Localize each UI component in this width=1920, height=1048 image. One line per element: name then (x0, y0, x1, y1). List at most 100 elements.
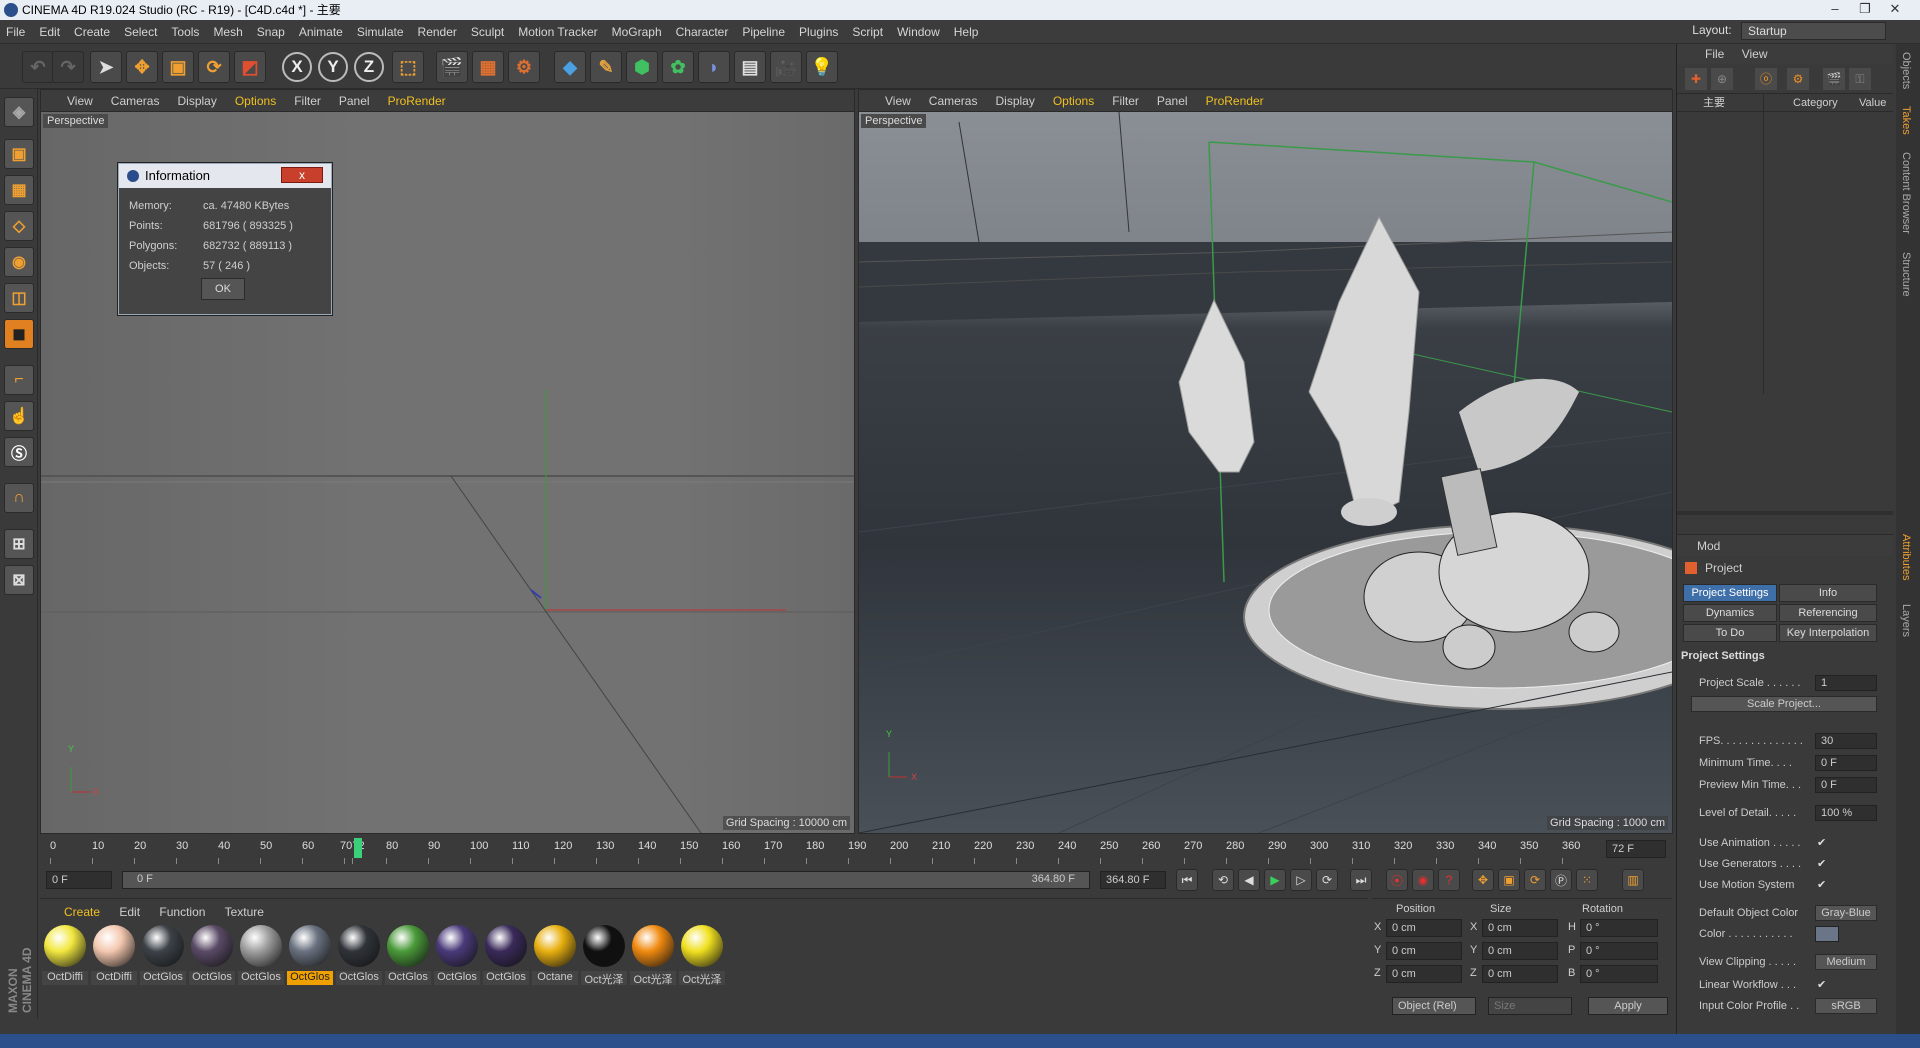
move-icon[interactable]: ✥ (126, 51, 158, 83)
vp2-menu-filter[interactable]: Filter (1112, 94, 1139, 108)
vp-menu-cameras[interactable]: Cameras (111, 94, 160, 108)
ok-button[interactable]: OK (201, 278, 245, 300)
mat-menu-texture[interactable]: Texture (225, 905, 264, 919)
tab-info[interactable]: Info (1779, 584, 1877, 602)
viewport-right[interactable]: View Cameras Display Options Filter Pane… (858, 89, 1673, 834)
dialog-close-button[interactable]: x (281, 167, 323, 183)
autokey-icon[interactable]: ◉ (1412, 869, 1434, 891)
attribute-value[interactable]: 0 F (1815, 777, 1877, 793)
texture-mode-icon[interactable]: ▦ (4, 175, 34, 205)
vp-menu-panel[interactable]: Panel (339, 94, 370, 108)
close-icon[interactable]: ✕ (1880, 0, 1910, 20)
material-item[interactable]: OctGlos (483, 925, 529, 985)
coord-pos-field[interactable]: 0 cm (1386, 965, 1462, 983)
menu-plugins[interactable]: Plugins (799, 25, 838, 39)
tab-referencing[interactable]: Referencing (1779, 604, 1877, 622)
floor-icon[interactable]: ▤ (734, 51, 766, 83)
attribute-value[interactable]: 0 F (1815, 755, 1877, 771)
take-render-icon[interactable]: 🎬 (1823, 68, 1845, 90)
end-frame-field[interactable]: 364.80 F (1100, 871, 1166, 889)
y-axis-lock-button[interactable]: Y (318, 52, 348, 82)
make-editable-icon[interactable]: ◈ (4, 97, 34, 127)
next-frame-icon[interactable]: ▷ (1290, 869, 1312, 891)
go-to-end-icon[interactable]: ⏭ (1350, 869, 1372, 891)
record-keys-icon[interactable]: ⦿ (1386, 869, 1408, 891)
timeline-window-icon[interactable]: ▥ (1622, 869, 1644, 891)
points-mode-icon[interactable]: ◉ (4, 247, 34, 277)
side-tab-layers[interactable]: Layers (1900, 604, 1912, 637)
coord-rot-field[interactable]: 0 ° (1580, 919, 1658, 937)
next-key-icon[interactable]: ⟳ (1316, 869, 1338, 891)
take-add-icon[interactable]: ✚ (1685, 68, 1707, 90)
apply-button[interactable]: Apply (1588, 997, 1668, 1015)
vp2-menu-options[interactable]: Options (1053, 94, 1094, 108)
layout-dropdown[interactable]: Startup (1741, 22, 1886, 40)
vp2-menu-cameras[interactable]: Cameras (929, 94, 978, 108)
z-axis-lock-button[interactable]: Z (354, 52, 384, 82)
vp-menu-display[interactable]: Display (177, 94, 216, 108)
tab-to-do[interactable]: To Do (1683, 624, 1777, 642)
coordinate-system-icon[interactable]: ⬚ (392, 51, 424, 83)
vp-menu-view[interactable]: View (67, 94, 93, 108)
menu-motion-tracker[interactable]: Motion Tracker (518, 25, 597, 39)
take-auto-icon[interactable]: ⚙ (1787, 68, 1809, 90)
material-item[interactable]: OctGlos (434, 925, 480, 985)
timeline-ruler[interactable]: 0102030405060707280901001101201301401501… (40, 836, 1672, 864)
menu-snap[interactable]: Snap (257, 25, 285, 39)
material-item[interactable]: OctGlos (140, 925, 186, 985)
key-position-icon[interactable]: ✥ (1472, 869, 1494, 891)
menu-sculpt[interactable]: Sculpt (471, 25, 504, 39)
coord-size-field[interactable]: 0 cm (1482, 919, 1558, 937)
coord-size-field[interactable]: 0 cm (1482, 942, 1558, 960)
attribute-value[interactable]: ✔ (1817, 876, 1826, 894)
select-cursor-icon[interactable]: ➤ (90, 51, 122, 83)
workplane-lock-icon[interactable]: ⊞ (4, 529, 34, 559)
viewport-right-canvas[interactable]: Y X Perspective Grid Spacing : 1000 cm (859, 112, 1672, 833)
object-column-value[interactable]: Value (1859, 94, 1886, 112)
attribute-value[interactable]: ✔ (1817, 855, 1826, 873)
material-item[interactable]: Oct光泽 (679, 925, 725, 985)
object-root-label[interactable]: 主要 (1703, 94, 1725, 112)
menu-tools[interactable]: Tools (171, 25, 199, 39)
redo-icon[interactable]: ↷ (52, 51, 84, 83)
material-item[interactable]: OctGlos (287, 925, 333, 985)
tab-key-interpolation[interactable]: Key Interpolation (1779, 624, 1877, 642)
key-parameter-icon[interactable]: Ⓟ (1550, 869, 1572, 891)
edges-mode-icon[interactable]: ◫ (4, 283, 34, 313)
subdivision-icon[interactable]: ⬢ (626, 51, 658, 83)
cube-icon[interactable]: ◆ (554, 51, 586, 83)
previous-key-icon[interactable]: ⟲ (1212, 869, 1234, 891)
render-settings-icon[interactable]: ⚙ (508, 51, 540, 83)
side-tab-content-browser[interactable]: Content Browser (1900, 152, 1912, 234)
object-color-swatch[interactable] (1815, 926, 1839, 942)
mat-menu-edit[interactable]: Edit (119, 905, 140, 919)
polygons-mode-icon[interactable]: ◼ (4, 319, 34, 349)
side-tab-objects[interactable]: Objects (1900, 52, 1912, 89)
coord-rot-field[interactable]: 0 ° (1580, 965, 1658, 983)
render-view-icon[interactable]: 🎬 (436, 51, 468, 83)
coord-pos-field[interactable]: 0 cm (1386, 919, 1462, 937)
objects-menu-view[interactable]: View (1742, 47, 1768, 61)
vp2-menu-panel[interactable]: Panel (1157, 94, 1188, 108)
scale-icon[interactable]: ▣ (162, 51, 194, 83)
menu-window[interactable]: Window (897, 25, 940, 39)
material-item[interactable]: Oct光泽 (581, 925, 627, 985)
objects-menu-file[interactable]: File (1705, 47, 1724, 61)
recent-tool-icon[interactable]: ◩ (234, 51, 266, 83)
workplane-icon[interactable]: ⊠ (4, 565, 34, 595)
pen-spline-icon[interactable]: ✎ (590, 51, 622, 83)
attribute-value[interactable]: 100 % (1815, 805, 1877, 821)
cloner-icon[interactable]: ✿ (662, 51, 694, 83)
minimize-icon[interactable]: – (1820, 0, 1850, 20)
coord-mode-dropdown[interactable]: Object (Rel) (1392, 997, 1476, 1015)
snap-magnet-icon[interactable]: ∩ (4, 483, 34, 513)
mat-menu-function[interactable]: Function (159, 905, 205, 919)
key-pla-icon[interactable]: ⁙ (1576, 869, 1598, 891)
menu-select[interactable]: Select (124, 25, 157, 39)
side-tab-structure[interactable]: Structure (1900, 252, 1912, 297)
menu-file[interactable]: File (6, 25, 25, 39)
take-lock-icon[interactable]: ⚿ (1849, 68, 1871, 90)
take-override-icon[interactable]: ⓞ (1755, 68, 1777, 90)
menu-create[interactable]: Create (74, 25, 110, 39)
menu-character[interactable]: Character (676, 25, 729, 39)
